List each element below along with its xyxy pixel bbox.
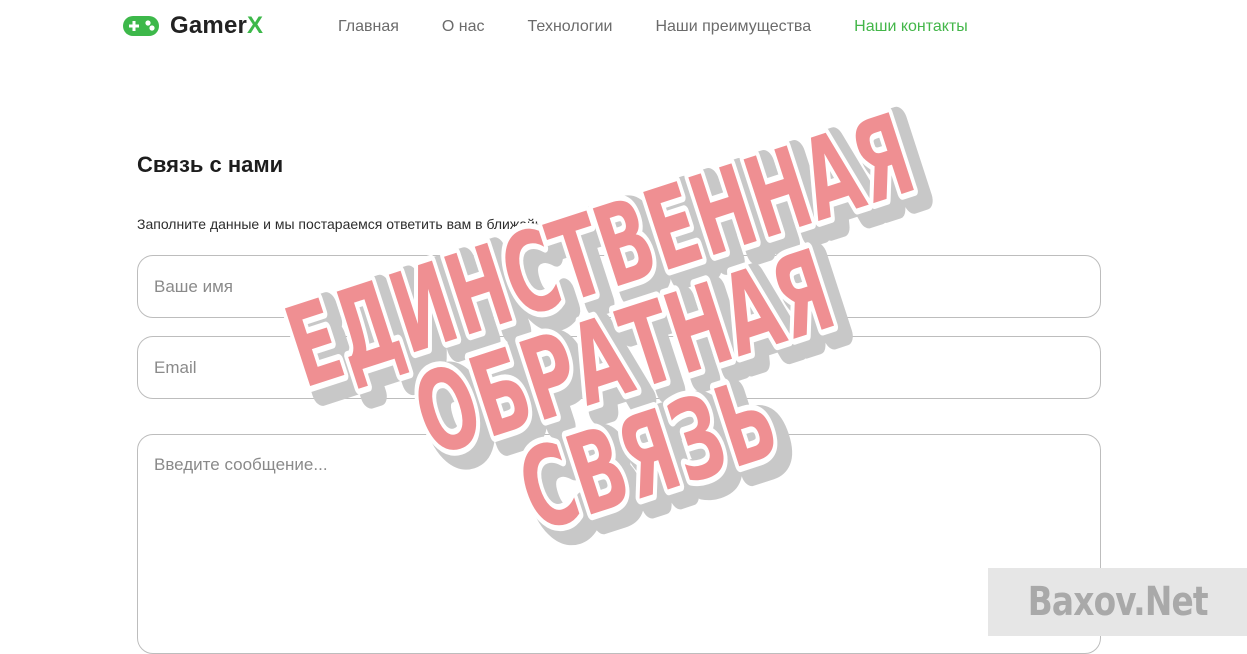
contact-title: Связь с нами	[137, 152, 284, 177]
nav-item-contacts[interactable]: Наши контакты	[854, 18, 968, 36]
main-nav: Главная О нас Технологии Наши преимущест…	[338, 18, 968, 36]
name-input[interactable]	[137, 255, 1101, 318]
brand-name-accent: X	[247, 12, 264, 39]
gamepad-icon	[123, 16, 159, 36]
nav-item-technologies[interactable]: Технологии	[528, 18, 613, 36]
nav-item-about[interactable]: О нас	[442, 18, 485, 36]
brand-name-prefix: Gamer	[170, 12, 248, 39]
email-input[interactable]	[137, 336, 1101, 399]
site-logo[interactable]: GamerX	[122, 12, 263, 40]
watermark-text: Baxov.Net	[1027, 579, 1209, 625]
watermark: Baxov.Net	[988, 568, 1247, 636]
nav-item-home[interactable]: Главная	[338, 18, 399, 36]
message-textarea[interactable]	[137, 434, 1101, 654]
brand-name: GamerX	[170, 12, 263, 40]
site-header: GamerX Главная О нас Технологии Наши пре…	[0, 0, 1247, 56]
nav-item-advantages[interactable]: Наши преимущества	[655, 18, 811, 36]
contact-subtitle: Заполните данные и мы постараемся ответи…	[137, 216, 626, 232]
